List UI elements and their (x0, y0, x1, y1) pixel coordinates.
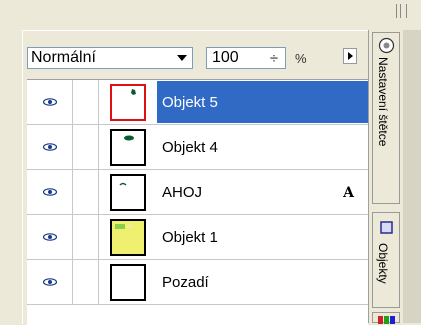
layer-thumbnail-cell[interactable] (99, 80, 157, 124)
layer-name-cell[interactable]: Objekt 1 (157, 216, 368, 258)
chevron-down-icon[interactable] (173, 49, 191, 67)
layer-thumbnail (110, 129, 146, 166)
eye-icon (43, 98, 57, 106)
layer-name: Pozadí (162, 274, 209, 291)
tab-brush-settings[interactable]: Nastavení štětce (372, 32, 400, 204)
visibility-toggle[interactable] (27, 215, 73, 259)
opacity-spinner-icon[interactable]: ÷ (266, 51, 282, 66)
eye-icon (43, 278, 57, 286)
layer-name: Objekt 5 (162, 94, 218, 111)
docker-scrollbar[interactable] (403, 30, 421, 323)
tab-brush-settings-label: Nastavení štětce (376, 57, 390, 147)
layer-thumbnail (110, 174, 146, 211)
objects-docker: Normální 100 ÷ % Objekt 5 Objekt 4 AHOJ … (22, 30, 368, 325)
layer-name: Objekt 1 (162, 229, 218, 246)
layer-row[interactable]: Objekt 4 (27, 125, 368, 170)
layer-name: Objekt 4 (162, 139, 218, 156)
layer-row[interactable]: AHOJ A (27, 170, 368, 215)
opacity-value: 100 (212, 49, 239, 66)
blend-mode-select[interactable]: Normální (27, 47, 193, 69)
eye-icon (43, 143, 57, 151)
layer-name-cell[interactable]: Pozadí (157, 261, 368, 303)
eye-icon (43, 188, 57, 196)
tab-objects[interactable]: Objekty (372, 212, 400, 308)
layer-thumbnail (110, 84, 146, 121)
visibility-toggle[interactable] (27, 170, 73, 214)
layer-thumbnail-cell[interactable] (99, 125, 157, 169)
layer-name-cell[interactable]: Objekt 5 (157, 81, 368, 123)
lock-toggle[interactable] (73, 80, 99, 124)
docker-title-strip (0, 0, 421, 30)
layer-list: Objekt 5 Objekt 4 AHOJ A Objekt 1 Pozadí (27, 79, 368, 325)
layer-thumbnail (110, 264, 146, 301)
visibility-toggle[interactable] (27, 260, 73, 304)
docker-side-tabs: Nastavení štětce Objekty (368, 30, 421, 324)
layer-thumbnail-cell[interactable] (99, 215, 157, 259)
layer-name-cell[interactable]: AHOJ A (157, 171, 368, 213)
tab-color[interactable] (372, 312, 400, 324)
visibility-toggle[interactable] (27, 125, 73, 169)
lock-toggle[interactable] (73, 125, 99, 169)
tab-objects-label: Objekty (376, 243, 390, 284)
layer-row[interactable]: Objekt 5 (27, 80, 368, 125)
layer-row[interactable]: Pozadí (27, 260, 368, 305)
brush-settings-icon (378, 37, 395, 54)
layer-toolbar: Normální 100 ÷ % (23, 41, 368, 75)
close-icon[interactable] (406, 4, 421, 18)
lock-toggle[interactable] (73, 260, 99, 304)
layer-row[interactable]: Objekt 1 (27, 215, 368, 260)
grip-icon[interactable] (396, 4, 401, 18)
layer-thumbnail-cell[interactable] (99, 170, 157, 214)
objects-icon (380, 221, 393, 234)
opacity-input[interactable]: 100 ÷ (206, 47, 286, 69)
docker-menu-arrow-icon[interactable] (343, 48, 357, 64)
layer-thumbnail (110, 219, 146, 256)
layer-name: AHOJ (162, 184, 203, 201)
visibility-toggle[interactable] (27, 80, 73, 124)
layer-name-cell[interactable]: Objekt 4 (157, 126, 368, 168)
lock-toggle[interactable] (73, 215, 99, 259)
text-layer-icon: A (343, 185, 354, 201)
blend-mode-value: Normální (31, 49, 96, 66)
layer-thumbnail-cell[interactable] (99, 260, 157, 304)
opacity-unit: % (295, 51, 307, 66)
eye-icon (43, 233, 57, 241)
lock-toggle[interactable] (73, 170, 99, 214)
